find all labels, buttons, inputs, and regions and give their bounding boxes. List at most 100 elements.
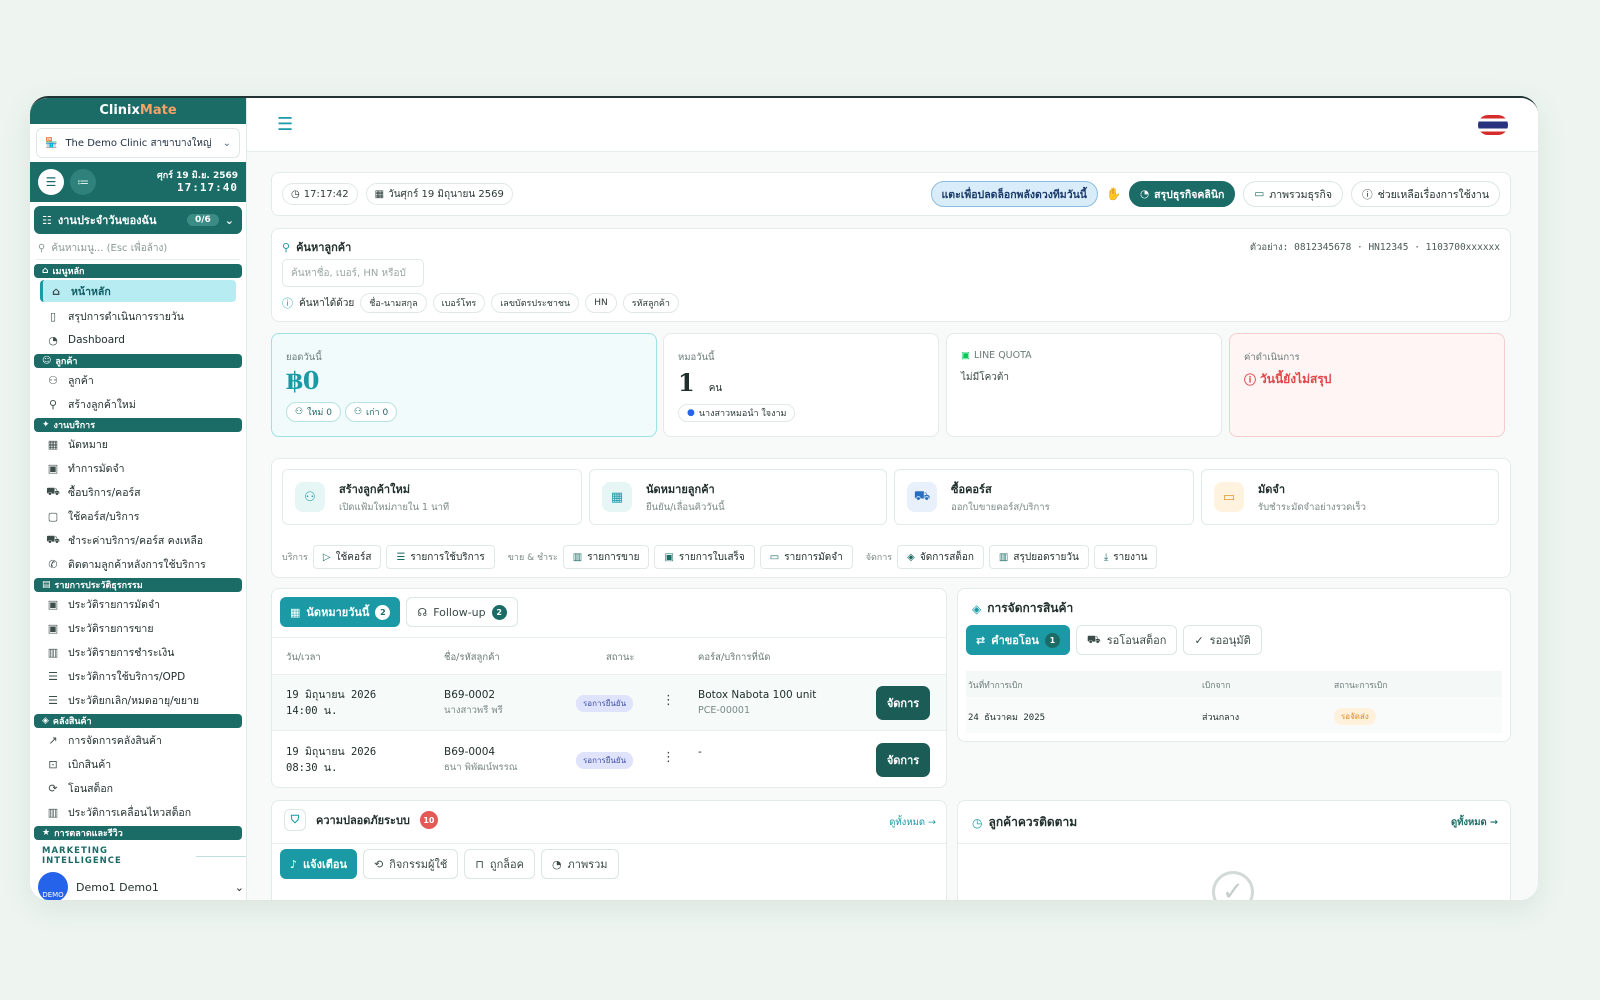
sidebar-item-use-course[interactable]: ▢ ใช้คอร์ส/บริการ xyxy=(30,504,246,528)
shortcut-daily-summary[interactable]: ▥ สรุปยอดรายวัน xyxy=(988,545,1089,569)
section-inventory: ◈ คลังสินค้า xyxy=(34,714,242,728)
clinic-selector[interactable]: 🏪 The Demo Clinic สาขาบางใหญ่ ⌄ xyxy=(36,128,240,158)
table-row[interactable]: 24 ธันวาคม 2025 ส่วนกลาง รอจัดส่ง xyxy=(966,697,1502,733)
list-view-icon[interactable]: ☰ xyxy=(38,169,64,195)
pie-icon: ◔ xyxy=(1139,188,1150,200)
section-main-menu: ⌂ เมนูหลัก xyxy=(34,264,242,278)
chevron-down-icon: ⌄ xyxy=(224,213,234,227)
search-by-phone[interactable]: เบอร์โทร xyxy=(432,293,486,313)
user-profile[interactable]: DEMO Demo1 Demo1 ⌄ xyxy=(38,872,246,900)
main-content: ☰ ◷ 17:17:42 ▦ วันศุกร์ 19 มิถุนายน 2569 แ… xyxy=(247,98,1538,900)
sidebar-item-transfer-stock[interactable]: ⟳ โอนสต็อก xyxy=(30,776,246,800)
card-icon: ▭ xyxy=(1214,482,1244,512)
shortcut-deposit-list[interactable]: ▭ รายการมัดจำ xyxy=(759,545,853,569)
tab-overview[interactable]: ◔ ภาพรวม xyxy=(540,849,619,879)
shortcut-report[interactable]: ⤓ รายงาน xyxy=(1093,545,1158,569)
quick-new-customer[interactable]: ⚇ สร้างลูกค้าใหม่ เปิดแฟ้มใหม่ภายใน 1 นาท… xyxy=(282,469,582,525)
sidebar-item-inventory[interactable]: ↗ การจัดการคลังสินค้า xyxy=(30,728,246,752)
checklist-view-icon[interactable]: ≔ xyxy=(70,169,96,195)
search-by-hn[interactable]: HN xyxy=(585,293,617,313)
sidebar-item-dashboard[interactable]: ◔ Dashboard xyxy=(30,328,246,352)
cash-icon: ▣ xyxy=(47,461,59,475)
inventory-header: วันที่ทำการเบิก เบิกจาก สถานะการเบิก xyxy=(966,671,1502,697)
sidebar-item-opd-history[interactable]: ☰ ประวัติการใช้บริการ/OPD xyxy=(30,664,246,688)
sidebar-item-appointments[interactable]: ▦ นัดหมาย xyxy=(30,432,246,456)
more-options-icon[interactable]: ⋮ xyxy=(662,693,675,708)
thai-flag-icon[interactable] xyxy=(1478,114,1508,135)
sidebar-item-pay-balance[interactable]: ⛟ ชำระค่าบริการ/คอร์ส คงเหลือ xyxy=(30,528,246,552)
sidebar-item-home[interactable]: ⌂ หน้าหลัก xyxy=(40,280,236,302)
sidebar-item-new-customer[interactable]: ⚲ สร้างลูกค้าใหม่ xyxy=(30,392,246,416)
user-plus-icon: ⚇ xyxy=(295,482,325,512)
status-badge: รอจัดส่ง xyxy=(1334,708,1376,725)
search-by-customer-code[interactable]: รหัสลูกค้า xyxy=(622,293,679,313)
clinic-summary-button[interactable]: ◔ สรุปธุรกิจคลินิก xyxy=(1128,181,1236,207)
sidebar-item-customers[interactable]: ⚇ ลูกค้า xyxy=(30,368,246,392)
wallet-icon: ▭ xyxy=(769,551,780,563)
tab-appointments-today[interactable]: ▦ นัดหมายวันนี้ 2 xyxy=(280,597,401,627)
manage-button[interactable]: จัดการ xyxy=(876,686,930,720)
sidebar-item-deposit-history[interactable]: ▣ ประวัติรายการมัดจำ xyxy=(30,592,246,616)
followup-view-all-link[interactable]: ดูทั้งหมด → xyxy=(1451,815,1498,830)
shortcut-manage-stock[interactable]: ◈ จัดการสต็อก xyxy=(897,545,984,569)
sidebar-item-stock-movement[interactable]: ▥ ประวัติการเคลื่อนไหวสต็อก xyxy=(30,800,246,824)
sidebar-item-cancel-history[interactable]: ☰ ประวัติยกเลิก/หมดอายุ/ขยาย xyxy=(30,688,246,712)
sidebar-item-payment-history[interactable]: ▥ ประวัติรายการชำระเงิน xyxy=(30,640,246,664)
clock-icon: ◷ xyxy=(972,815,983,830)
search-example: ตัวอย่าง: 0812345678 · HN12345 · 1103700… xyxy=(1249,242,1500,253)
section-marketing: ★ การตลาดและรีวิว xyxy=(34,826,242,840)
shortcut-sales-list[interactable]: ▥ รายการขาย xyxy=(562,545,650,569)
sidebar-item-daily-summary[interactable]: ▯ สรุปการดำเนินการรายวัน xyxy=(30,304,246,328)
brand-logo[interactable]: ClinixMate xyxy=(30,98,246,124)
security-view-all-link[interactable]: ดูทั้งหมด → xyxy=(889,815,936,830)
business-overview-button[interactable]: ▭ ภาพรวมธุรกิจ xyxy=(1243,181,1344,207)
operations-cost-value: วันนี้ยังไม่สรุป xyxy=(1260,372,1332,386)
sidebar-datetime: ศุกร์ 19 มิ.ย. 2569 17:17:40 xyxy=(156,171,238,194)
quick-deposit[interactable]: ▭ มัดจำ รับชำระมัดจำอย่างรวดเร็ว xyxy=(1201,469,1499,525)
sidebar-item-deposit[interactable]: ▣ ทำการมัดจำ xyxy=(30,456,246,480)
list-icon: ☰ xyxy=(396,551,406,563)
tab-locked[interactable]: ⊓ ถูกล็อค xyxy=(464,849,535,879)
tab-followup[interactable]: ☊ Follow-up 2 xyxy=(406,597,518,627)
more-options-icon[interactable]: ⋮ xyxy=(662,750,675,765)
tab-wait-transfer[interactable]: ⛟ รอโอนสต็อก xyxy=(1075,625,1178,655)
sidebar-item-sales-history[interactable]: ▣ ประวัติรายการขาย xyxy=(30,616,246,640)
line-icon: ▣ xyxy=(961,350,970,361)
shortcut-service-list[interactable]: ☰ รายการใช้บริการ xyxy=(386,545,495,569)
help-button[interactable]: ⓘ ช่วยเหลือเรื่องการใช้งาน xyxy=(1351,181,1500,207)
daily-tasks-toggle[interactable]: ☷ งานประจำวันของฉัน 0/6 ⌄ xyxy=(34,206,242,234)
sidebar-item-followup[interactable]: ✆ ติดตามลูกค้าหลังการใช้บริการ xyxy=(30,552,246,576)
sparkle-icon: ✦ xyxy=(42,420,50,430)
chevron-down-icon: ⌄ xyxy=(234,880,244,894)
play-icon: ▷ xyxy=(322,551,331,563)
tab-alerts[interactable]: ♪ แจ้งเตือน xyxy=(280,849,357,879)
search-by-id-card[interactable]: เลขบัตรประชาชน xyxy=(491,293,580,313)
search-icon: ⚲ xyxy=(38,243,46,254)
operations-cost-card[interactable]: ค่าดำเนินการ ⓘ วันนี้ยังไม่สรุป xyxy=(1229,333,1505,437)
sidebar-item-buy-course[interactable]: ⛟ ซื้อบริการ/คอร์ส xyxy=(30,480,246,504)
menu-search-input[interactable]: ⚲ ค้นหาเมนู... (Esc เพื่อล้าง) xyxy=(36,238,240,260)
tab-wait-approve[interactable]: ✓ รออนุมัติ xyxy=(1183,625,1262,655)
chart-line-icon: ↗ xyxy=(48,733,58,747)
shortcut-receipt-list[interactable]: ▣ รายการใบเสร็จ xyxy=(654,545,755,569)
top-bar: ☰ xyxy=(247,98,1538,152)
doctor-today-card[interactable]: หมอวันนี้ 1 คน ● นางสาวหมอนำ ใจงาม xyxy=(663,333,939,437)
line-quota-card[interactable]: ▣ LINE QUOTA ไม่มีโควต้า xyxy=(946,333,1222,437)
customer-search-input[interactable]: ค้นหาชื่อ, เบอร์, HN หรือบั xyxy=(282,259,424,287)
shortcut-use-course[interactable]: ▷ ใช้คอร์ส xyxy=(312,545,382,569)
search-by-name[interactable]: ชื่อ-นามสกุล xyxy=(360,293,427,313)
sidebar-item-withdraw[interactable]: ⊡ เบิกสินค้า xyxy=(30,752,246,776)
tab-transfer-request[interactable]: ⇄ คำขอโอน 1 xyxy=(966,625,1070,655)
clipboard-icon: ▢ xyxy=(47,509,59,523)
hamburger-menu-icon[interactable]: ☰ xyxy=(277,114,297,135)
sales-today-card[interactable]: ยอดวันนี้ ฿0 ⚇ ใหม่ 0 ⚇ เก่า 0 xyxy=(271,333,657,437)
security-card: ⛉ ความปลอดภัยระบบ 10 ดูทั้งหมด → ♪ แจ้งเต… xyxy=(271,800,947,900)
quick-buy-course[interactable]: ⛟ ซื้อคอร์ส ออกใบขายคอร์ส/บริการ xyxy=(894,469,1194,525)
unlock-team-button[interactable]: แตะเพื่อปลดล็อกพลังดวงทีมวันนี้ xyxy=(930,181,1098,207)
quick-appointment[interactable]: ▦ นัดหมายลูกค้า ยืนยัน/เลื่อนคิววันนี้ xyxy=(589,469,887,525)
manage-button[interactable]: จัดการ xyxy=(876,743,930,777)
customer-search-card: ⚲ ค้นหาลูกค้า ตัวอย่าง: 0812345678 · HN1… xyxy=(271,228,1511,322)
table-row[interactable]: 19 มิถุนายน 2026 14:00 น. B69-0002 นางสาวพ… xyxy=(272,675,946,731)
table-row[interactable]: 19 มิถุนายน 2026 08:30 น. B69-0004 ธนา พิพ… xyxy=(272,732,946,788)
tab-user-activity[interactable]: ⟲ กิจกรรมผู้ใช้ xyxy=(362,849,459,879)
